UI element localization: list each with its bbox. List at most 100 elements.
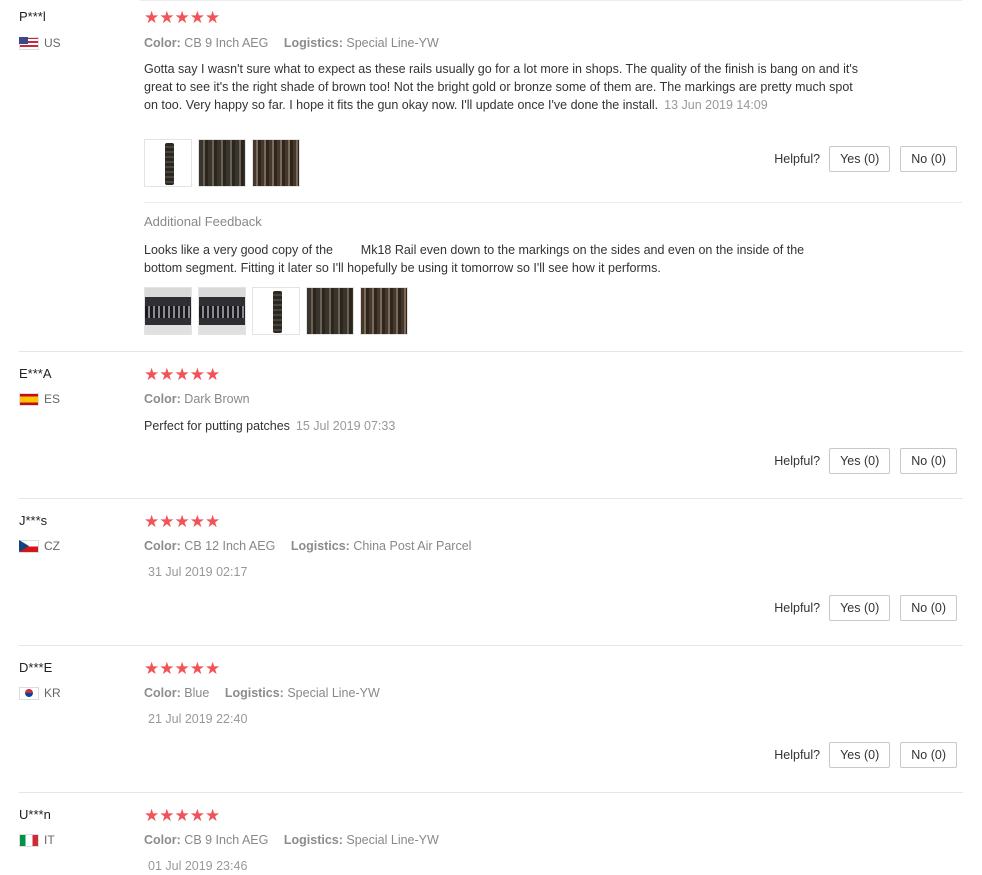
es-flag-icon	[19, 392, 39, 406]
helpful-label: Helpful?	[774, 454, 821, 468]
helpful-voting: Helpful? Yes (0) No (0)	[774, 595, 957, 621]
reviewer-info: J***s CZ	[19, 513, 129, 554]
helpful-label: Helpful?	[774, 601, 821, 615]
reviewer-name: P***l	[19, 9, 46, 24]
review-divider	[19, 792, 963, 793]
review-text: Perfect for putting patches	[144, 419, 290, 433]
reviewer-name: D***E	[19, 660, 53, 675]
helpful-voting: Helpful? Yes (0) No (0)	[774, 448, 957, 474]
attr-value: Blue	[184, 686, 210, 700]
country-code: IT	[44, 833, 55, 847]
review-date: 31 Jul 2019 02:17	[148, 565, 248, 579]
review-attributes: Color: CB 12 Inch AEG Logistics: China P…	[144, 538, 864, 554]
review-content: ★★★★★ Color: Dark Brown Perfect for putt…	[144, 366, 864, 435]
review-date: 13 Jun 2019 14:09	[664, 98, 768, 112]
review-date: 01 Jul 2019 23:46	[148, 859, 248, 873]
review-attributes: Color: CB 9 Inch AEG Logistics: Special …	[144, 832, 864, 848]
review-attributes: Color: Dark Brown	[144, 391, 864, 407]
reviewer-name: E***A	[19, 366, 52, 381]
helpful-yes-button[interactable]: Yes (0)	[829, 146, 891, 172]
us-flag-icon	[19, 36, 39, 50]
attr-label: Logistics:	[224, 686, 284, 700]
attr-value: Dark Brown	[184, 392, 250, 406]
helpful-yes-button[interactable]: Yes (0)	[829, 595, 891, 621]
rating-stars: ★★★★★	[144, 806, 221, 825]
rating-stars: ★★★★★	[144, 8, 221, 27]
review-photo[interactable]	[198, 287, 246, 335]
helpful-label: Helpful?	[774, 152, 821, 166]
reviewer-info: E***A ES	[19, 366, 129, 407]
attr-label: Logistics:	[283, 36, 343, 50]
review-text-block: Perfect for putting patches 15 Jul 2019 0…	[144, 417, 864, 435]
reviewer-country: US	[19, 35, 129, 51]
attr-label: Logistics:	[290, 539, 350, 553]
helpful-yes-button[interactable]: Yes (0)	[829, 448, 891, 474]
attr-label: Color:	[144, 833, 181, 847]
helpful-label: Helpful?	[774, 748, 821, 762]
attr-label: Logistics:	[283, 833, 343, 847]
helpful-voting: Helpful? Yes (0) No (0)	[774, 742, 957, 768]
review-photo[interactable]	[360, 287, 408, 335]
additional-feedback-text: Looks like a very good copy of the Mk18 …	[144, 243, 808, 275]
country-code: KR	[44, 686, 61, 700]
it-flag-icon	[19, 833, 39, 847]
rating-stars: ★★★★★	[144, 659, 221, 678]
reviewer-country: IT	[19, 832, 129, 848]
country-code: ES	[44, 392, 61, 406]
reviewer-name: U***n	[19, 807, 51, 822]
reviewer-name: J***s	[19, 513, 48, 528]
review-photo[interactable]	[252, 287, 300, 335]
attr-value: CB 12 Inch AEG	[184, 539, 276, 553]
helpful-voting: Helpful? Yes (0) No (0)	[774, 146, 957, 172]
review-photos	[144, 139, 300, 187]
feedback-divider	[144, 202, 962, 203]
reviewer-country: KR	[19, 685, 129, 701]
reviewer-info: D***E KR	[19, 660, 129, 701]
review-content: ★★★★★ Color: CB 9 Inch AEG Logistics: Sp…	[144, 807, 864, 875]
top-divider	[140, 0, 962, 1]
review-photo[interactable]	[144, 139, 192, 187]
attr-value: CB 9 Inch AEG	[184, 36, 269, 50]
review-divider	[19, 351, 963, 352]
rating-stars: ★★★★★	[144, 512, 221, 531]
helpful-no-button[interactable]: No (0)	[900, 742, 957, 768]
country-code: US	[44, 36, 61, 50]
helpful-no-button[interactable]: No (0)	[900, 146, 957, 172]
reviewer-info: U***n IT	[19, 807, 129, 848]
cz-flag-icon	[19, 539, 39, 553]
review-attributes: Color: CB 9 Inch AEG Logistics: Special …	[144, 35, 864, 51]
review-photo[interactable]	[198, 139, 246, 187]
kr-flag-icon	[19, 686, 39, 700]
review-content: ★★★★★ Color: CB 12 Inch AEG Logistics: C…	[144, 513, 864, 581]
reviewer-info: P***l US	[19, 9, 129, 51]
review-photo[interactable]	[252, 139, 300, 187]
review-attributes: Color: Blue Logistics: Special Line-YW	[144, 685, 864, 701]
review-text-block: Gotta say I wasn't sure what to expect a…	[144, 60, 864, 114]
review-divider	[19, 498, 963, 499]
attr-value: Special Line-YW	[346, 833, 439, 847]
attr-label: Color:	[144, 392, 181, 406]
country-code: CZ	[44, 539, 60, 553]
attr-value: Special Line-YW	[287, 686, 380, 700]
review-date: 21 Jul 2019 22:40	[148, 712, 248, 726]
attr-label: Color:	[144, 686, 181, 700]
attr-value: China Post Air Parcel	[353, 539, 472, 553]
rating-stars: ★★★★★	[144, 365, 221, 384]
helpful-no-button[interactable]: No (0)	[900, 595, 957, 621]
attr-label: Color:	[144, 539, 181, 553]
helpful-yes-button[interactable]: Yes (0)	[829, 742, 891, 768]
helpful-no-button[interactable]: No (0)	[900, 448, 957, 474]
review-photo[interactable]	[144, 287, 192, 335]
review-date: 15 Jul 2019 07:33	[295, 419, 396, 433]
reviewer-country: CZ	[19, 538, 129, 554]
attr-value: Special Line-YW	[346, 36, 439, 50]
review-photo[interactable]	[306, 287, 354, 335]
attr-label: Color:	[144, 36, 181, 50]
review-content: ★★★★★ Color: CB 9 Inch AEG Logistics: Sp…	[144, 9, 864, 114]
reviewer-country: ES	[19, 391, 129, 407]
review-content: ★★★★★ Color: Blue Logistics: Special Lin…	[144, 660, 864, 728]
attr-value: CB 9 Inch AEG	[184, 833, 269, 847]
additional-feedback-title: Additional Feedback	[144, 214, 262, 229]
review-divider	[19, 645, 963, 646]
additional-photos	[144, 287, 408, 335]
